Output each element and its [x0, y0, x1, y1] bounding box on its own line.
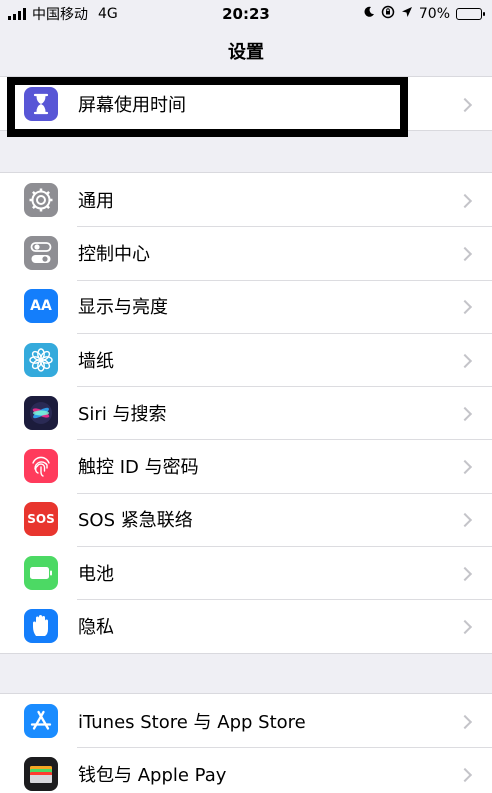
- settings-row[interactable]: 电池: [0, 546, 492, 599]
- text-size-icon: AA: [24, 289, 58, 324]
- hand-icon: [24, 609, 58, 644]
- settings-row[interactable]: 通用: [0, 173, 492, 226]
- settings-group-system: 通用控制中心 AA 显示与亮度墙纸 Siri 与搜索触控 ID 与密码 SOS SOS 紧…: [0, 172, 492, 654]
- battery-icon: [24, 555, 58, 590]
- chevron-right-icon: [460, 300, 472, 312]
- settings-row-label: 控制中心: [78, 243, 150, 265]
- flower-icon: [24, 342, 58, 377]
- chevron-right-icon: [460, 768, 472, 780]
- hourglass-icon: [24, 86, 58, 121]
- navigation-bar: 设置: [0, 28, 492, 74]
- settings-row-label: iTunes Store 与 App Store: [78, 711, 306, 733]
- settings-group-screen-time: 屏幕使用时间: [0, 76, 492, 132]
- settings-row-label: 钱包与 Apple Pay: [78, 764, 227, 786]
- settings-row-label: 墙纸: [78, 350, 114, 372]
- settings-row[interactable]: 钱包与 Apple Pay: [0, 747, 492, 793]
- wallet-icon: [24, 756, 58, 791]
- chevron-right-icon: [460, 567, 472, 579]
- settings-row-label: 隐私: [78, 617, 114, 639]
- toggles-icon: [24, 235, 58, 270]
- settings-row-label: SOS 紧急联络: [78, 510, 193, 532]
- settings-group-store: iTunes Store 与 App Store 钱包与 Apple Pay: [0, 693, 492, 793]
- chevron-right-icon: [460, 620, 472, 632]
- settings-row[interactable]: 屏幕使用时间: [0, 77, 492, 130]
- sos-icon: SOS: [24, 502, 58, 537]
- battery-status-icon: [456, 8, 485, 20]
- chevron-right-icon: [460, 513, 472, 525]
- location-icon: [401, 6, 413, 22]
- chevron-right-icon: [460, 354, 472, 366]
- page-title: 设置: [228, 42, 264, 63]
- network-label: 4G: [98, 6, 118, 22]
- status-right: 70%: [363, 5, 485, 23]
- settings-row[interactable]: 墙纸: [0, 332, 492, 386]
- chevron-right-icon: [460, 98, 472, 110]
- chevron-right-icon: [460, 715, 472, 727]
- chevron-right-icon: [460, 407, 472, 419]
- settings-row-label: 通用: [78, 190, 114, 212]
- settings-row[interactable]: 控制中心: [0, 226, 492, 279]
- settings-row[interactable]: SOS SOS 紧急联络: [0, 492, 492, 546]
- settings-row[interactable]: 隐私: [0, 599, 492, 652]
- chevron-right-icon: [460, 247, 472, 259]
- settings-row-label: 显示与亮度: [78, 297, 168, 319]
- fingerprint-icon: [24, 449, 58, 484]
- chevron-right-icon: [460, 460, 472, 472]
- settings-row[interactable]: iTunes Store 与 App Store: [0, 694, 492, 747]
- status-left: 中国移动 4G: [8, 4, 118, 24]
- settings-row-label: 电池: [78, 563, 114, 585]
- siri-icon: [24, 395, 58, 430]
- settings-row[interactable]: 触控 ID 与密码: [0, 439, 492, 492]
- settings-row-label: 屏幕使用时间: [78, 94, 186, 116]
- battery-percent: 70%: [418, 6, 450, 22]
- settings-row-label: Siri 与搜索: [78, 403, 167, 425]
- moon-icon: [363, 6, 375, 22]
- settings-row[interactable]: AA 显示与亮度: [0, 279, 492, 333]
- settings-row[interactable]: Siri 与搜索: [0, 386, 492, 439]
- rotation-lock-icon: [381, 5, 395, 23]
- settings-row-label: 触控 ID 与密码: [78, 457, 199, 479]
- chevron-right-icon: [460, 194, 472, 206]
- carrier-label: 中国移动: [32, 7, 88, 23]
- gear-icon: [24, 182, 58, 217]
- signal-icon: [8, 8, 26, 20]
- app-store-icon: [24, 703, 58, 738]
- status-bar: 中国移动 4G 20:23 70%: [0, 0, 492, 28]
